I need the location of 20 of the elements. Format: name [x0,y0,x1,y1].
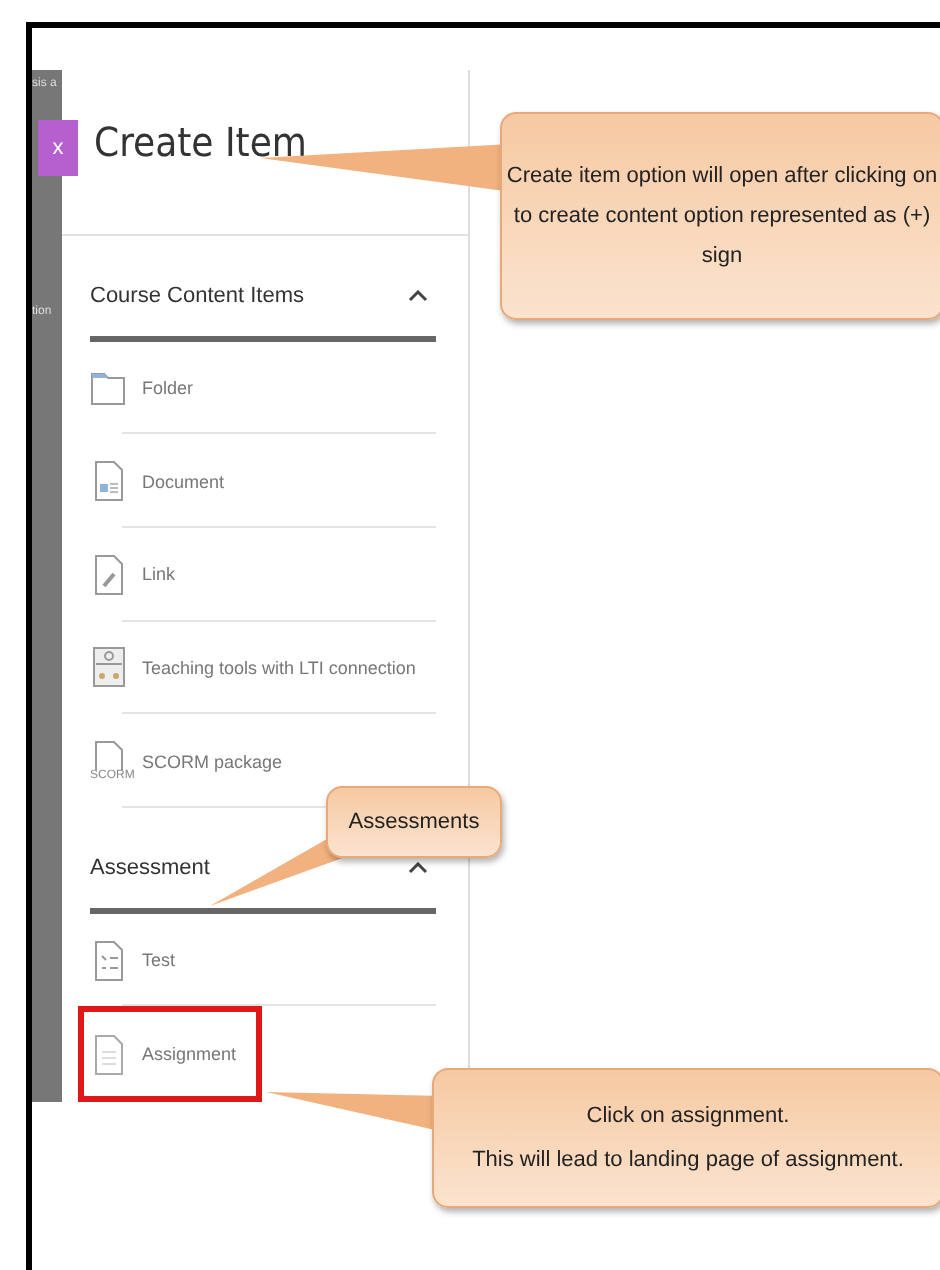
section-title: Assessment [90,855,210,880]
list-item[interactable]: Folder [90,341,436,435]
highlighted-item[interactable]: Assignment [78,1006,262,1102]
list-item[interactable]: Test [90,913,436,1007]
callout: Create item option will open after clicking on to create content option represented as (+) sign [500,112,940,320]
list-item[interactable]: Teaching tools with LTI connection [90,621,436,715]
close-button[interactable]: x [38,120,78,176]
item-label: Folder [142,378,194,399]
callout: Assessments [326,786,502,858]
item-label: Assignment [142,1044,237,1065]
item-label: Document [142,471,225,492]
list-item[interactable]: Document [90,434,436,528]
list-item[interactable]: Link [90,527,436,622]
item-label: Teaching tools with LTI connection [142,657,416,678]
callout: Click on assignment. This will lead to landing page of assignment. [432,1068,940,1208]
item-label: Link [142,564,176,585]
item-label: Test [142,950,176,971]
item-label: SCORM package [142,751,283,771]
section-title: Course Content Items [90,283,304,308]
panel-title: Create Item [94,117,307,166]
